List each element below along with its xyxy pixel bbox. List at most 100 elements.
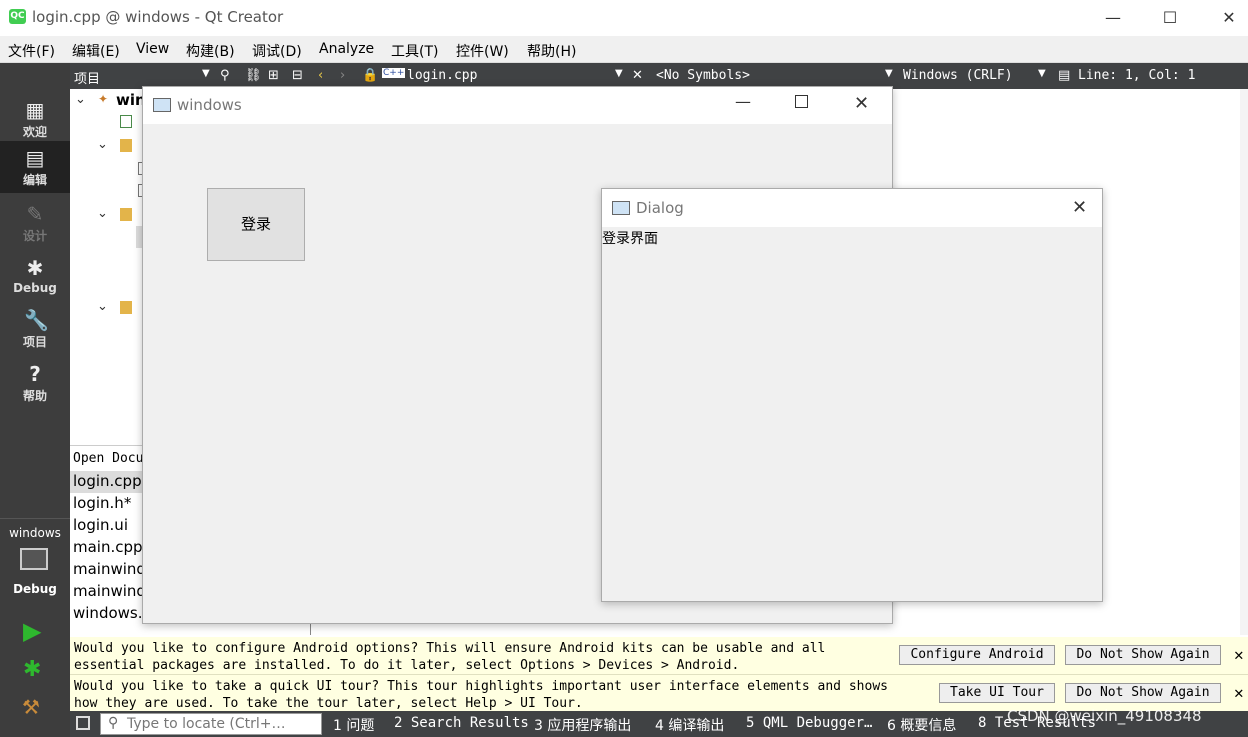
- menu-edit[interactable]: 编辑(E): [72, 41, 120, 61]
- wrench-icon: 🔧: [24, 308, 49, 332]
- chevron-down-icon[interactable]: ▼: [202, 68, 210, 79]
- line-ending-chevron-icon[interactable]: ▼: [1038, 68, 1046, 79]
- dialog-title-bar: Dialog ✕: [602, 189, 1102, 227]
- pane-general-messages[interactable]: 6 概要信息: [887, 715, 956, 735]
- close-button[interactable]: ✕: [1072, 197, 1087, 218]
- file-icon: [120, 115, 132, 128]
- filter-icon[interactable]: ⚲: [220, 68, 230, 83]
- close-pane-icon[interactable]: ⊟: [292, 68, 303, 83]
- grid-icon: ▦: [25, 98, 45, 122]
- bug-icon: ✱: [26, 256, 44, 280]
- close-icon[interactable]: ✕: [1234, 646, 1244, 663]
- minimize-button[interactable]: —: [735, 92, 751, 111]
- chevron-down-icon[interactable]: ⌄: [97, 299, 108, 314]
- window-icon: [612, 201, 630, 215]
- menu-file[interactable]: 文件(F): [8, 41, 55, 61]
- close-button[interactable]: ✕: [1214, 7, 1244, 29]
- window-title: login.cpp @ windows - Qt Creator: [32, 8, 284, 26]
- mode-help[interactable]: ? 帮助: [0, 357, 70, 409]
- menu-build[interactable]: 构建(B): [186, 41, 235, 61]
- open-document-item[interactable]: main.cpp: [73, 538, 143, 556]
- project-icon: ✦: [98, 92, 109, 106]
- open-document-item[interactable]: login.ui: [73, 516, 128, 534]
- open-document-item[interactable]: login.cpp: [73, 472, 142, 490]
- back-icon[interactable]: ‹: [318, 68, 323, 83]
- file-dropdown-icon[interactable]: ▼: [615, 68, 623, 79]
- login-button[interactable]: 登录: [207, 188, 305, 261]
- pane-search-results[interactable]: 2 Search Results: [394, 715, 529, 731]
- symbols-dropdown[interactable]: <No Symbols>: [656, 68, 750, 83]
- lock-icon: 🔒: [362, 68, 379, 83]
- menu-bar: 文件(F) 编辑(E) View 构建(B) 调试(D) Analyze 工具(…: [0, 36, 1248, 63]
- kit-name: windows: [9, 526, 61, 540]
- chevron-down-icon[interactable]: ⌄: [97, 206, 108, 221]
- take-ui-tour-button[interactable]: Take UI Tour: [939, 683, 1055, 703]
- build-hammer-icon[interactable]: ⚒: [22, 695, 40, 719]
- chevron-down-icon[interactable]: ⌄: [97, 137, 108, 152]
- toggle-sidebar-icon[interactable]: [76, 716, 90, 730]
- do-not-show-again-button[interactable]: Do Not Show Again: [1065, 683, 1221, 703]
- maximize-button[interactable]: ☐: [1155, 7, 1185, 29]
- editor-scrollbar[interactable]: [1240, 89, 1248, 635]
- open-document-item[interactable]: windows.: [73, 604, 143, 622]
- mode-debug[interactable]: ✱ Debug: [0, 251, 70, 303]
- menu-view[interactable]: View: [136, 41, 169, 57]
- open-document-item[interactable]: mainwind: [73, 582, 146, 600]
- login-screen-label: 登录界面: [602, 231, 658, 247]
- window-icon: [153, 98, 171, 112]
- document-icon: ▤: [1058, 68, 1071, 83]
- symbols-chevron-icon[interactable]: ▼: [885, 68, 893, 79]
- line-ending[interactable]: Windows (CRLF): [903, 68, 1013, 83]
- open-document-item[interactable]: mainwind: [73, 560, 146, 578]
- do-not-show-again-button[interactable]: Do Not Show Again: [1065, 645, 1221, 665]
- split-icon[interactable]: ⊞: [268, 68, 279, 83]
- pane-compile-output[interactable]: 4 编译输出: [655, 715, 724, 735]
- mode-projects[interactable]: 🔧 项目: [0, 303, 70, 355]
- run-icon[interactable]: ▶: [23, 617, 41, 645]
- cpp-file-icon: C++: [382, 68, 406, 78]
- menu-tools[interactable]: 工具(T): [391, 41, 438, 61]
- close-file-icon[interactable]: ✕: [632, 68, 643, 83]
- close-button[interactable]: ✕: [854, 93, 869, 114]
- close-icon[interactable]: ✕: [1234, 684, 1244, 701]
- locator-input[interactable]: Type to locate (Ctrl+…: [100, 713, 322, 735]
- folder-icon: [120, 301, 132, 314]
- link-icon[interactable]: ⛓: [245, 68, 262, 83]
- sidebar-title: 项目: [74, 72, 101, 87]
- mode-edit[interactable]: ▤ 编辑: [0, 141, 70, 193]
- debug-run-icon[interactable]: ✱: [23, 657, 41, 682]
- qt-creator-icon: QC: [9, 9, 26, 24]
- open-document-item[interactable]: login.h*: [73, 494, 131, 512]
- mode-welcome[interactable]: ▦ 欢迎: [0, 93, 70, 145]
- open-documents-title: Open Docu: [73, 451, 144, 466]
- chevron-down-icon[interactable]: ⌄: [75, 92, 86, 107]
- build-config: Debug: [13, 582, 57, 596]
- dialog-title: Dialog: [636, 199, 684, 217]
- divider: [0, 518, 70, 519]
- current-file[interactable]: login.cpp: [407, 68, 477, 83]
- pane-issues[interactable]: 1 问题: [333, 715, 374, 735]
- android-info-bar: Would you like to configure Android opti…: [70, 637, 1248, 674]
- forward-icon[interactable]: ›: [340, 68, 345, 83]
- pencil-icon: ✎: [26, 202, 44, 226]
- menu-debug[interactable]: 调试(D): [252, 41, 302, 61]
- configure-android-button[interactable]: Configure Android: [899, 645, 1055, 665]
- windows-app-title: windows: [177, 96, 242, 114]
- ui-tour-info-bar: Would you like to take a quick UI tour? …: [70, 674, 1248, 711]
- maximize-button[interactable]: [795, 95, 808, 108]
- dialog-window: Dialog ✕ 登录界面: [601, 188, 1103, 602]
- watermark: CSDN @weixin_49108348: [1007, 707, 1202, 725]
- pane-qml-debugger[interactable]: 5 QML Debugger…: [746, 715, 872, 731]
- mode-design[interactable]: ✎ 设计: [0, 197, 70, 249]
- folder-icon: [120, 139, 132, 152]
- windows-app-title-bar: windows — ✕: [143, 87, 892, 124]
- menu-analyze[interactable]: Analyze: [319, 41, 374, 57]
- menu-controls[interactable]: 控件(W): [456, 41, 509, 61]
- edit-icon: ▤: [25, 146, 45, 170]
- cursor-position: Line: 1, Col: 1: [1078, 68, 1196, 83]
- monitor-icon[interactable]: [20, 548, 48, 570]
- menu-help[interactable]: 帮助(H): [527, 41, 576, 61]
- search-icon: ⚲: [108, 715, 119, 731]
- minimize-button[interactable]: —: [1098, 7, 1128, 29]
- pane-application-output[interactable]: 3 应用程序输出: [534, 715, 631, 735]
